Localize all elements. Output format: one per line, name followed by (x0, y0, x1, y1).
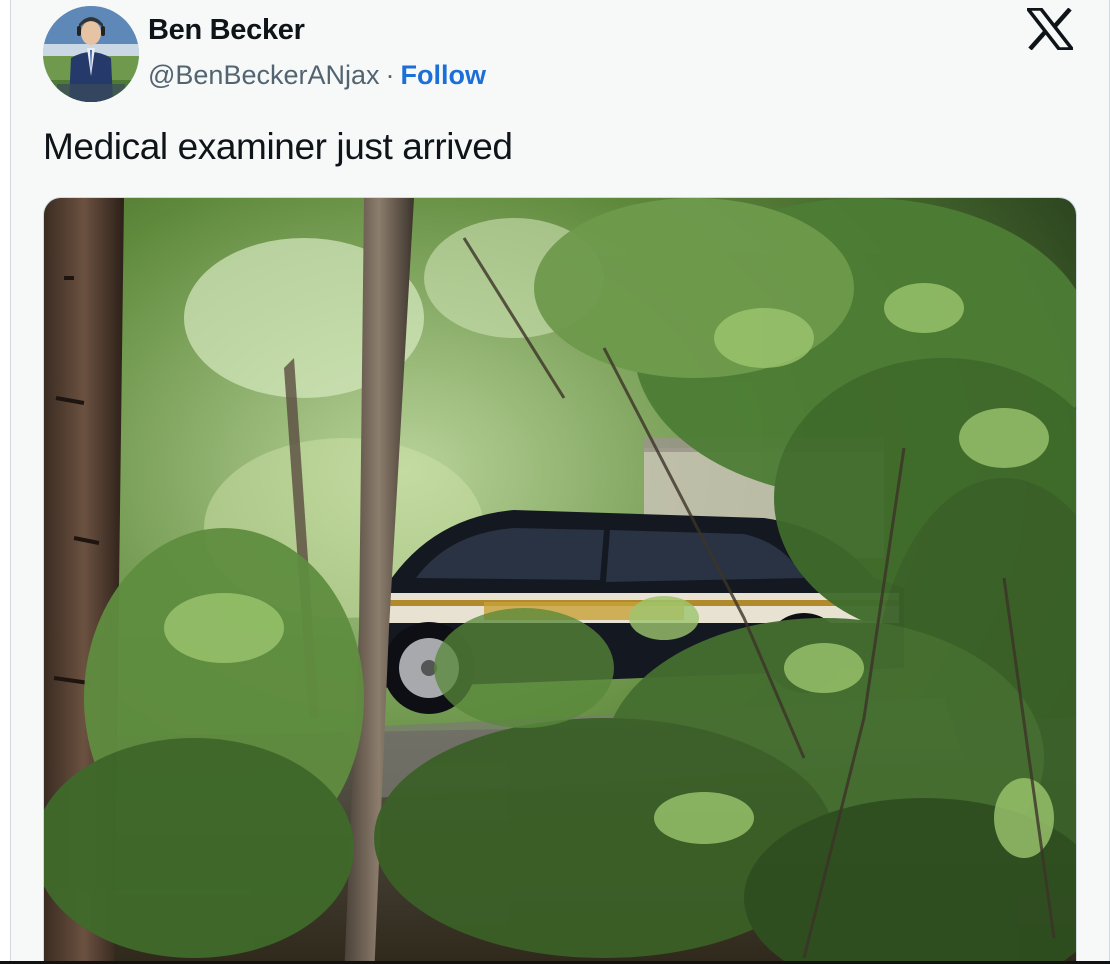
author-name[interactable]: Ben Becker (148, 14, 305, 47)
x-logo-icon[interactable] (1026, 7, 1074, 51)
photo-scene (44, 198, 1076, 962)
handle-row: @BenBeckerANjax · Follow (148, 60, 486, 91)
tweet-media-photo[interactable] (43, 197, 1077, 962)
tweet-card: Ben Becker @BenBeckerANjax · Follow Medica… (10, 0, 1110, 962)
author-avatar[interactable] (43, 6, 139, 102)
avatar-photo (43, 6, 139, 102)
separator-dot: · (385, 60, 395, 90)
author-handle[interactable]: @BenBeckerANjax (148, 60, 380, 90)
tweet-text: Medical examiner just arrived (43, 126, 513, 167)
follow-button[interactable]: Follow (401, 60, 486, 90)
